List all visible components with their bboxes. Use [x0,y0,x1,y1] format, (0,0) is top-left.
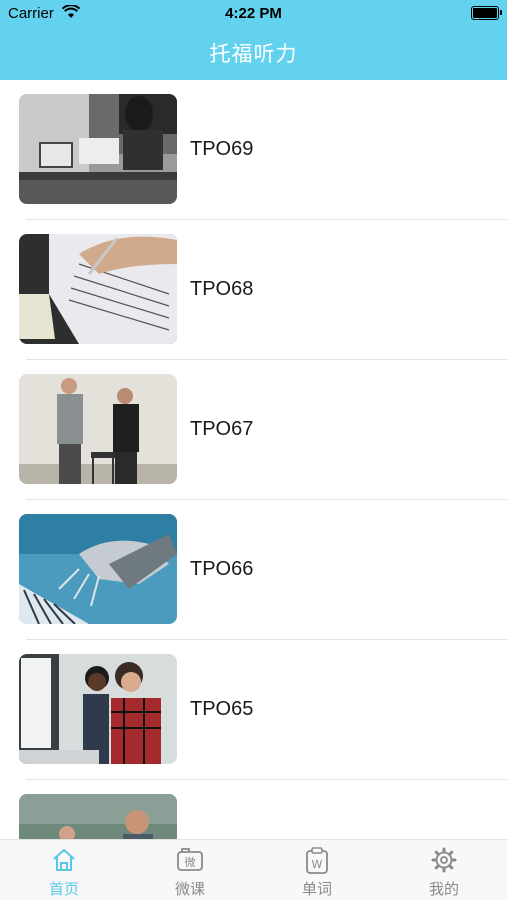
gear-icon [431,847,457,873]
list-item[interactable]: TPO68 [0,220,507,360]
thumbnail-image [19,794,177,840]
home-icon [53,849,75,871]
svg-text:微: 微 [185,855,196,869]
tab-mine[interactable]: 我的 [381,840,507,900]
tab-label: 微课 [174,881,205,898]
list-item[interactable]: TPO66 [0,500,507,640]
thumbnail-image [19,234,177,344]
item-title: TPO66 [190,558,254,580]
tab-label: 首页 [48,881,79,898]
list-item[interactable]: TPO67 [0,360,507,500]
clock: 4:22 PM [225,5,282,22]
thumbnail-image [19,94,177,204]
item-title: TPO65 [190,698,254,720]
svg-text:W: W [312,858,323,871]
header: Carrier 4:22 PM 托福听力 [0,0,507,80]
item-title: TPO68 [190,278,254,300]
tab-words[interactable]: W 单词 [254,840,380,900]
list-item[interactable]: TPO65 [0,640,507,780]
tab-bar: 首页 微 微课 W 单词 我的 [0,839,507,900]
battery-icon [471,6,502,20]
tab-home[interactable]: 首页 [1,840,127,900]
item-title: TPO67 [190,418,254,440]
list-item[interactable]: TPO69 [0,80,507,220]
status-bar: Carrier 4:22 PM [0,0,507,28]
tab-micro-lesson[interactable]: 微 微课 [127,840,253,900]
item-title: TPO69 [190,138,254,160]
page-title: 托福听力 [209,43,298,66]
tab-label: 我的 [428,881,459,898]
words-icon: W [306,847,328,874]
tpo-list: TPO69 TPO68 TPO67 TPO66 TPO65 [0,80,507,840]
list-item[interactable] [0,780,507,840]
tab-label: 单词 [301,881,332,898]
thumbnail-image [19,654,177,764]
micro-lesson-icon: 微 [177,848,203,871]
thumbnail-image [19,514,177,624]
thumbnail-image [19,374,177,484]
